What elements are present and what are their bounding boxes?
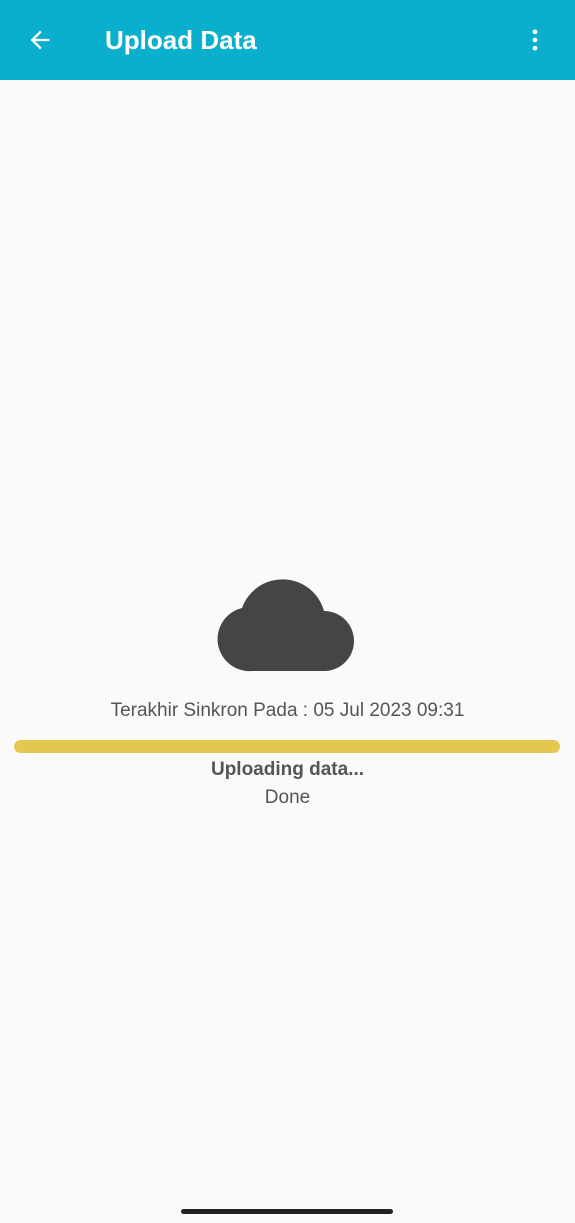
upload-status-detail: Done xyxy=(264,787,311,808)
page-title: Upload Data xyxy=(105,25,257,55)
upload-status-title: Uploading data... xyxy=(210,759,365,780)
app-bar: Upload Data xyxy=(0,0,575,80)
home-indicator[interactable] xyxy=(181,1209,393,1214)
upload-progress-bar xyxy=(14,740,560,753)
upload-progress-fill xyxy=(14,740,560,753)
arrow-back-icon xyxy=(30,30,50,50)
last-sync-text: Terakhir Sinkron Pada : 05 Jul 2023 09:3… xyxy=(110,700,465,721)
upload-content: Terakhir Sinkron Pada : 05 Jul 2023 09:3… xyxy=(0,80,575,1223)
overflow-menu-button[interactable] xyxy=(513,18,557,62)
more-vert-icon xyxy=(532,29,538,51)
cloud-icon xyxy=(217,579,354,672)
back-button[interactable] xyxy=(18,18,62,62)
